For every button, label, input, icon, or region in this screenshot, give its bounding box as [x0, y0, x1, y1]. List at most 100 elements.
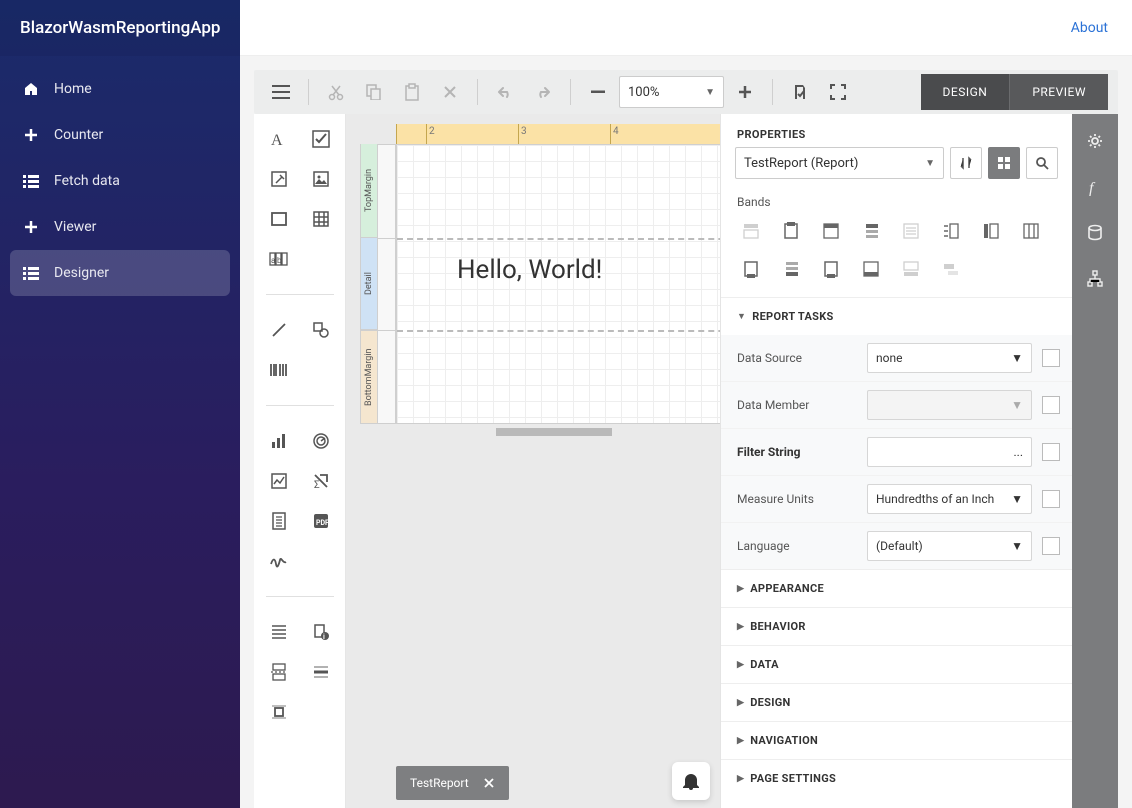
nav-label: Viewer [54, 219, 96, 235]
paste-button[interactable] [395, 75, 429, 109]
about-link[interactable]: About [1071, 20, 1108, 36]
band-pageheader[interactable] [817, 217, 845, 245]
bands-heading: Bands [721, 191, 1072, 217]
section-design[interactable]: ▶DESIGN [721, 684, 1072, 721]
zoom-out-button[interactable] [581, 75, 615, 109]
band-verticaldetail[interactable] [1017, 217, 1045, 245]
tool-table[interactable] [306, 204, 336, 234]
section-report-tasks[interactable]: ▼ REPORT TASKS [721, 298, 1072, 335]
tool-tableofcontents[interactable] [264, 617, 294, 647]
tool-pdfcontent[interactable]: PDF [306, 506, 336, 536]
svg-text:Σ: Σ [314, 480, 320, 490]
cut-button[interactable] [319, 75, 353, 109]
band-verticalheader[interactable] [977, 217, 1005, 245]
fullscreen-button[interactable] [821, 75, 855, 109]
band-topmargin-label[interactable]: TopMargin [360, 144, 378, 238]
element-selector[interactable]: TestReport (Report) ▼ [735, 147, 944, 179]
tool-chart[interactable] [264, 426, 294, 456]
svg-text:f: f [1089, 180, 1096, 196]
tool-pagebreak[interactable] [264, 657, 294, 687]
categorize-button[interactable] [988, 147, 1020, 179]
section-pagesettings[interactable]: ▶PAGE SETTINGS [721, 760, 1072, 797]
band-reportfooter[interactable] [817, 255, 845, 283]
rail-reportexplorer[interactable] [1080, 264, 1110, 294]
mode-preview-button[interactable]: PREVIEW [1009, 74, 1108, 110]
section-appearance[interactable]: ▶APPEARANCE [721, 570, 1072, 607]
notifications-button[interactable] [672, 762, 710, 800]
tool-picturebox[interactable] [306, 164, 336, 194]
input-filterstring[interactable]: ... [867, 437, 1032, 467]
redo-button[interactable] [526, 75, 560, 109]
svg-text:A: A [271, 132, 283, 149]
select-measureunits[interactable]: Hundredths of an Inch▼ [867, 484, 1032, 514]
tool-charactercomb[interactable]: ab [264, 244, 294, 274]
tool-shape[interactable] [306, 315, 336, 345]
section-behavior[interactable]: ▶BEHAVIOR [721, 608, 1072, 645]
section-navigation[interactable]: ▶NAVIGATION [721, 722, 1072, 759]
copy-button[interactable] [357, 75, 391, 109]
tool-barcode[interactable] [264, 355, 294, 385]
tool-checkbox[interactable] [306, 124, 336, 154]
undo-button[interactable] [488, 75, 522, 109]
svg-text:i: i [323, 633, 325, 641]
band-detailreport[interactable] [937, 217, 965, 245]
caret-down-icon: ▼ [925, 158, 935, 169]
reset-measureunits[interactable] [1042, 490, 1060, 508]
tool-pivotgrid[interactable]: Σ [306, 466, 336, 496]
reset-datasource[interactable] [1042, 349, 1060, 367]
close-icon[interactable] [483, 777, 495, 789]
reset-filterstring[interactable] [1042, 443, 1060, 461]
tool-panel[interactable] [264, 204, 294, 234]
tool-line[interactable] [264, 315, 294, 345]
plus-icon [22, 126, 40, 144]
validate-button[interactable] [783, 75, 817, 109]
zoom-in-button[interactable] [728, 75, 762, 109]
tool-pageinfo[interactable]: i [306, 617, 336, 647]
band-reportheader[interactable] [777, 217, 805, 245]
tool-richtext[interactable] [264, 164, 294, 194]
nav-item-designer[interactable]: Designer [10, 250, 230, 296]
report-page[interactable]: Hello, World! [396, 144, 720, 424]
select-datasource[interactable]: none▼ [867, 343, 1032, 373]
rail-expressions[interactable]: f [1080, 172, 1110, 202]
band-detail-label[interactable]: Detail [360, 238, 378, 330]
search-button[interactable] [1026, 147, 1058, 179]
properties-panel: PROPERTIES TestReport (Report) ▼ Bands [720, 114, 1072, 808]
select-language[interactable]: (Default)▼ [867, 531, 1032, 561]
properties-title: PROPERTIES [721, 114, 1072, 147]
report-tab-label: TestReport [410, 776, 469, 790]
zoom-select[interactable]: 100% ▼ [619, 76, 724, 108]
label-hello[interactable]: Hello, World! [457, 255, 602, 285]
delete-button[interactable] [433, 75, 467, 109]
menu-button[interactable] [264, 75, 298, 109]
band-bottommargin-label[interactable]: BottomMargin [360, 330, 378, 424]
band-groupfooter[interactable] [777, 255, 805, 283]
app-sidebar: BlazorWasmReportingApp Home Counter Fetc… [0, 0, 240, 808]
mode-design-button[interactable]: DESIGN [921, 74, 1010, 110]
band-groupheader[interactable] [857, 217, 885, 245]
tool-crossbandline[interactable] [306, 657, 336, 687]
reset-datamember[interactable] [1042, 396, 1060, 414]
design-canvas[interactable]: 2 3 4 TopMargin Detail BottomMargin [346, 114, 720, 808]
rail-properties[interactable] [1080, 126, 1110, 156]
nav: Home Counter Fetch data Viewer [0, 66, 240, 296]
rail-fieldlist[interactable] [1080, 218, 1110, 248]
section-data[interactable]: ▶DATA [721, 646, 1072, 683]
sort-button[interactable] [950, 147, 982, 179]
reset-language[interactable] [1042, 537, 1060, 555]
chevron-down-icon: ▼ [737, 311, 746, 322]
nav-item-fetchdata[interactable]: Fetch data [0, 158, 240, 204]
tool-pdfsignature[interactable] [264, 546, 294, 576]
nav-item-counter[interactable]: Counter [0, 112, 240, 158]
nav-item-home[interactable]: Home [0, 66, 240, 112]
nav-item-viewer[interactable]: Viewer [0, 204, 240, 250]
tool-crossbandbox[interactable] [264, 697, 294, 727]
tool-sparkline[interactable] [264, 466, 294, 496]
tool-label[interactable]: A [264, 124, 294, 154]
report-tab[interactable]: TestReport [396, 766, 509, 800]
band-pagefooter[interactable] [857, 255, 885, 283]
band-verticaltotal[interactable] [737, 255, 765, 283]
band-topmargin [737, 217, 765, 245]
tool-subreport[interactable] [264, 506, 294, 536]
tool-gauge[interactable] [306, 426, 336, 456]
